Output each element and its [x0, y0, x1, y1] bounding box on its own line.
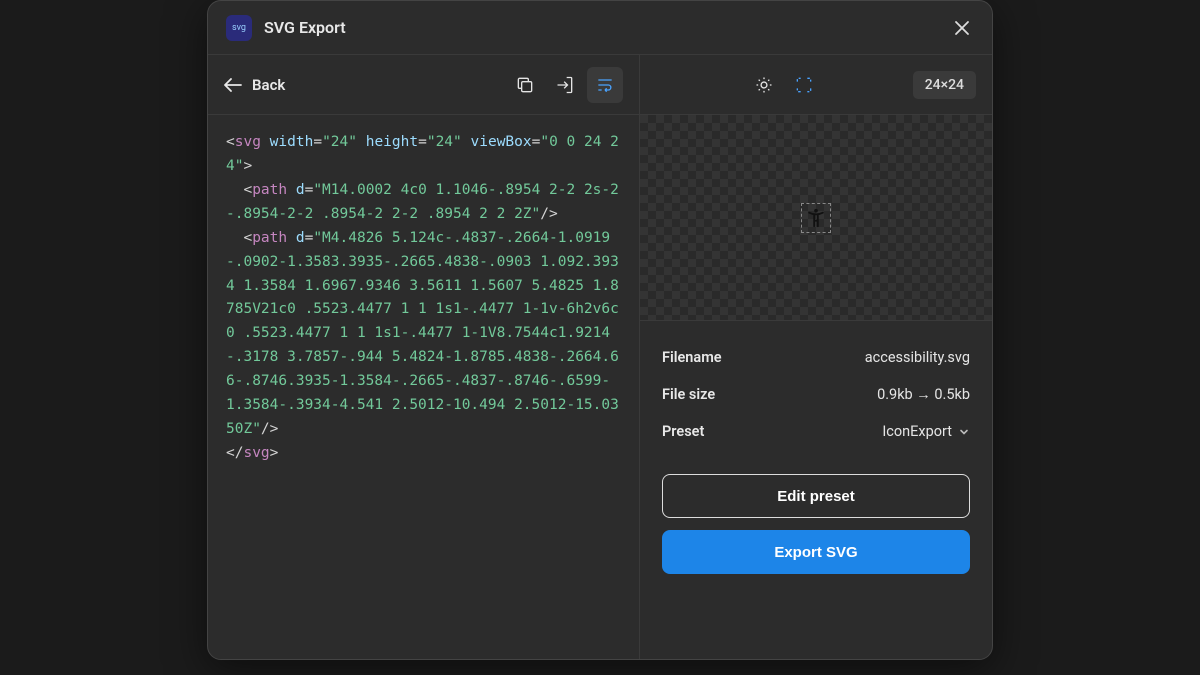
prop-filename: Filename accessibility.svg: [662, 339, 970, 376]
close-icon: [953, 19, 971, 37]
right-pane: Filename accessibility.svg File size 0.9…: [640, 115, 992, 659]
filename-label: Filename: [662, 349, 722, 366]
accessibility-icon: [805, 207, 827, 229]
filesize-label: File size: [662, 386, 715, 403]
toolbar: Back: [208, 55, 992, 115]
preset-label: Preset: [662, 423, 704, 440]
copy-icon: [515, 75, 535, 95]
titlebar: svg SVG Export: [208, 1, 992, 55]
brightness-icon: [754, 75, 774, 95]
svg-code[interactable]: <svg width="24" height="24" viewBox="0 0…: [226, 131, 621, 466]
back-button[interactable]: Back: [224, 76, 285, 94]
prop-preset: Preset IconExport: [662, 413, 970, 450]
preview-area[interactable]: [640, 115, 992, 321]
arrow-left-icon: [224, 78, 242, 92]
actions: Edit preset Export SVG: [640, 470, 992, 596]
fit-button[interactable]: [786, 67, 822, 103]
dimensions-badge[interactable]: 24×24: [913, 71, 976, 99]
edit-preset-button[interactable]: Edit preset: [662, 474, 970, 518]
chevron-down-icon: [958, 426, 970, 438]
modal-title: SVG Export: [264, 18, 346, 37]
preview-toolbar-icons: [746, 67, 822, 103]
filesize-value: 0.9kb → 0.5kb: [877, 386, 970, 403]
preset-value: IconExport: [882, 423, 952, 440]
brightness-button[interactable]: [746, 67, 782, 103]
code-pane[interactable]: <svg width="24" height="24" viewBox="0 0…: [208, 115, 640, 659]
export-svg-button[interactable]: Export SVG: [662, 530, 970, 574]
preset-select[interactable]: IconExport: [882, 423, 970, 440]
close-button[interactable]: [950, 16, 974, 40]
properties-list: Filename accessibility.svg File size 0.9…: [640, 321, 992, 470]
copy-button[interactable]: [507, 67, 543, 103]
wrap-icon: [595, 75, 615, 95]
import-button[interactable]: [547, 67, 583, 103]
modal-body: <svg width="24" height="24" viewBox="0 0…: [208, 115, 992, 659]
toolbar-left: Back: [208, 55, 640, 114]
app-icon: svg: [226, 15, 252, 41]
wrap-button[interactable]: [587, 67, 623, 103]
prop-filesize: File size 0.9kb → 0.5kb: [662, 376, 970, 413]
preview-frame: [801, 203, 831, 233]
svg-export-modal: svg SVG Export Back: [207, 0, 993, 660]
toolbar-right: 24×24: [640, 55, 992, 114]
import-icon: [555, 75, 575, 95]
filename-value: accessibility.svg: [865, 349, 970, 366]
back-label: Back: [252, 76, 285, 94]
code-toolbar-icons: [507, 67, 623, 103]
fit-icon: [794, 75, 814, 95]
